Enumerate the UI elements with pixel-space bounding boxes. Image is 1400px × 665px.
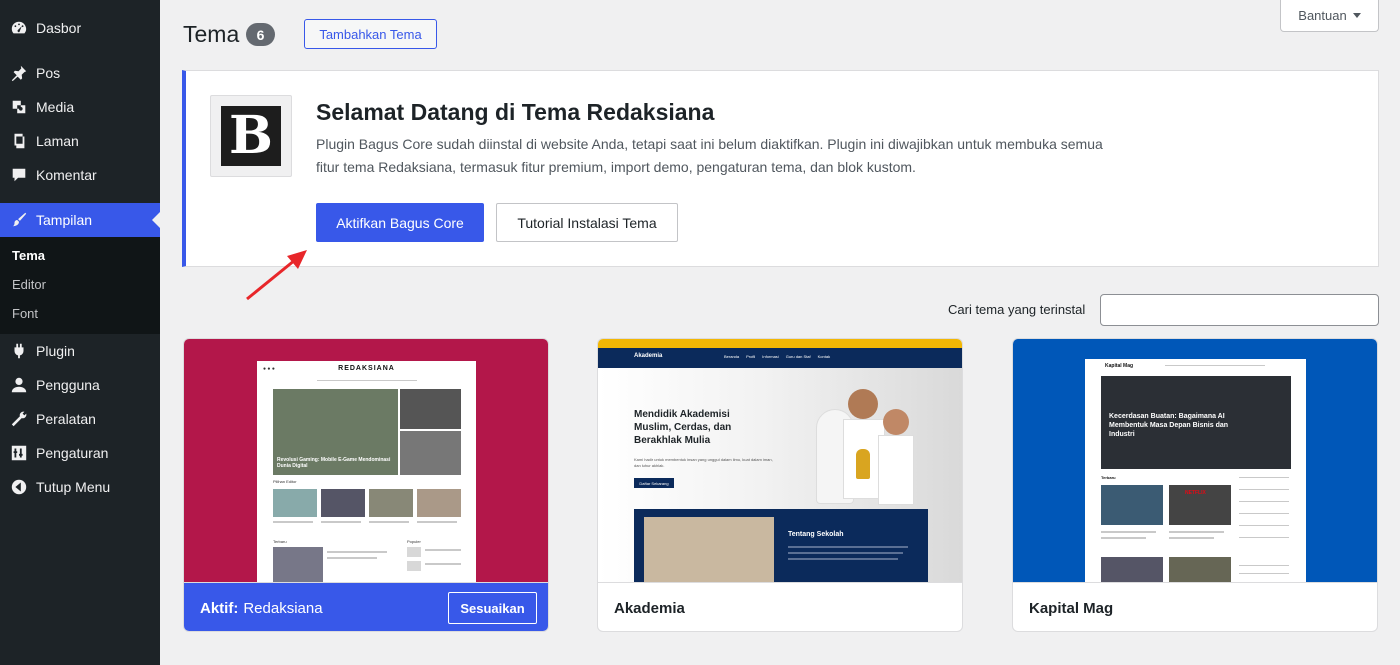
theme-logo: B: [210, 95, 292, 177]
preview-nav-item: Profil: [746, 354, 756, 359]
sidebar-item-tampilan[interactable]: Tampilan: [0, 203, 160, 237]
preview-brand: Akademia: [634, 353, 663, 359]
brush-icon: [10, 211, 28, 229]
tutorial-button[interactable]: Tutorial Instalasi Tema: [496, 203, 678, 242]
active-prefix: Aktif:: [200, 599, 239, 617]
sidebar-item-label: Laman: [36, 133, 79, 149]
caret-down-icon: [1352, 13, 1361, 18]
dashboard-icon: [10, 19, 28, 37]
wrench-icon: [10, 410, 28, 428]
sidebar-item-label: Media: [36, 99, 75, 115]
theme-count-badge: 6: [246, 23, 275, 46]
add-theme-button[interactable]: Tambahkan Tema: [304, 19, 437, 49]
preview-headline: Kecerdasan Buatan: Bagaimana AI Membentu…: [1109, 413, 1229, 438]
sidebar-item-pos[interactable]: Pos: [0, 56, 160, 90]
welcome-notice: B Selamat Datang di Tema Redaksiana Plug…: [182, 70, 1379, 267]
sidebar-item-label: Komentar: [36, 167, 97, 183]
help-tab-button[interactable]: Bantuan: [1280, 0, 1379, 32]
comment-icon: [10, 166, 28, 184]
preview-section: Terbaru: [273, 539, 287, 544]
search-themes-input[interactable]: [1100, 294, 1379, 326]
theme-card-redaksiana[interactable]: ● ● ● REDAKSIANA Revolusi Gaming: Mobile…: [183, 338, 549, 632]
preview-nav-item: Informasi: [762, 354, 779, 359]
pin-icon: [10, 64, 28, 82]
page-icon: [10, 132, 28, 150]
theme-card-kapital-mag[interactable]: Kapital Mag Kecerdasan Buatan: Bagaimana…: [1012, 338, 1378, 632]
help-label: Bantuan: [1298, 8, 1347, 23]
theme-screenshot[interactable]: ● ● ● REDAKSIANA Revolusi Gaming: Mobile…: [184, 339, 548, 582]
page-title: Tema: [183, 21, 240, 47]
logo-letter: B: [229, 105, 273, 166]
theme-card-akademia[interactable]: Akademia Beranda Profil Informasi Guru d…: [597, 338, 963, 632]
collapse-menu-button[interactable]: Tutup Menu: [0, 470, 160, 504]
theme-name: Akademia: [614, 599, 685, 617]
preview-section: Populer: [407, 539, 421, 544]
preview-hero-sub: Kami hadir untuk membentuk insan yang un…: [634, 457, 773, 468]
settings-icon: [10, 444, 28, 462]
theme-name-bar: Aktif: Redaksiana Sesuaikan: [184, 582, 548, 631]
preview-logo: REDAKSIANA: [338, 365, 395, 372]
sidebar-item-laman[interactable]: Laman: [0, 124, 160, 158]
sidebar-item-komentar[interactable]: Komentar: [0, 158, 160, 192]
media-icon: [10, 98, 28, 116]
preview-badge: NETFLIX: [1185, 490, 1206, 496]
sidebar-item-label: Pos: [36, 65, 61, 81]
appearance-submenu: Tema Editor Font: [0, 237, 160, 334]
annotation-arrow-icon: [246, 250, 307, 301]
activate-plugin-button[interactable]: Aktifkan Bagus Core: [316, 203, 484, 242]
notice-title: Selamat Datang di Tema Redaksiana: [316, 99, 715, 125]
theme-name-bar: Akademia: [598, 582, 962, 631]
user-icon: [10, 376, 28, 394]
search-label: Cari tema yang terinstal: [948, 302, 1086, 317]
notice-text: Plugin Bagus Core sudah diinstal di webs…: [316, 136, 1103, 175]
preview-headline: Revolusi Gaming: Mobile E-Game Mendomina…: [277, 457, 391, 469]
preview-section: Pilihan Editor: [273, 479, 297, 484]
theme-screenshot[interactable]: Kapital Mag Kecerdasan Buatan: Bagaimana…: [1013, 339, 1377, 582]
sidebar-item-label: Pengguna: [36, 377, 100, 393]
preview-section: Terbaru: [1101, 475, 1116, 480]
sidebar-item-pengguna[interactable]: Pengguna: [0, 368, 160, 402]
preview-about: Tentang Sekolah: [788, 531, 844, 538]
sidebar-item-dasbor[interactable]: Dasbor: [0, 11, 160, 45]
sidebar-item-label: Dasbor: [36, 20, 82, 36]
submenu-editor[interactable]: Editor: [0, 270, 160, 299]
preview-nav-item: Guru dan Staf: [785, 354, 811, 359]
theme-name: Kapital Mag: [1029, 599, 1114, 617]
sidebar-item-plugin[interactable]: Plugin: [0, 334, 160, 368]
preview-brand: Kapital Mag: [1105, 363, 1134, 369]
sidebar-item-label: Peralatan: [36, 411, 96, 427]
sidebar-item-pengaturan[interactable]: Pengaturan: [0, 436, 160, 470]
sidebar-item-label: Plugin: [36, 343, 75, 359]
submenu-tema[interactable]: Tema: [0, 241, 160, 270]
sidebar-item-label: Tutup Menu: [36, 479, 111, 495]
sidebar-item-peralatan[interactable]: Peralatan: [0, 402, 160, 436]
sidebar-item-media[interactable]: Media: [0, 90, 160, 124]
admin-sidebar: Dasbor Pos Media Laman Komentar Tampilan…: [0, 0, 160, 665]
preview-hero: Mendidik Akademisi Muslim, Cerdas, dan B…: [634, 409, 732, 446]
customize-button[interactable]: Sesuaikan: [448, 592, 537, 624]
plugin-icon: [10, 342, 28, 360]
theme-screenshot[interactable]: Akademia Beranda Profil Informasi Guru d…: [598, 339, 962, 582]
theme-name-bar: Kapital Mag: [1013, 582, 1377, 631]
preview-cta: Daftar Sekarang: [634, 478, 674, 488]
sidebar-item-label: Tampilan: [36, 212, 93, 228]
submenu-font[interactable]: Font: [0, 299, 160, 328]
preview-nav-item: Beranda: [724, 354, 740, 359]
collapse-icon: [10, 478, 28, 496]
theme-name: Redaksiana: [243, 599, 323, 617]
preview-nav-item: Kontak: [817, 354, 831, 359]
sidebar-item-label: Pengaturan: [36, 445, 109, 461]
